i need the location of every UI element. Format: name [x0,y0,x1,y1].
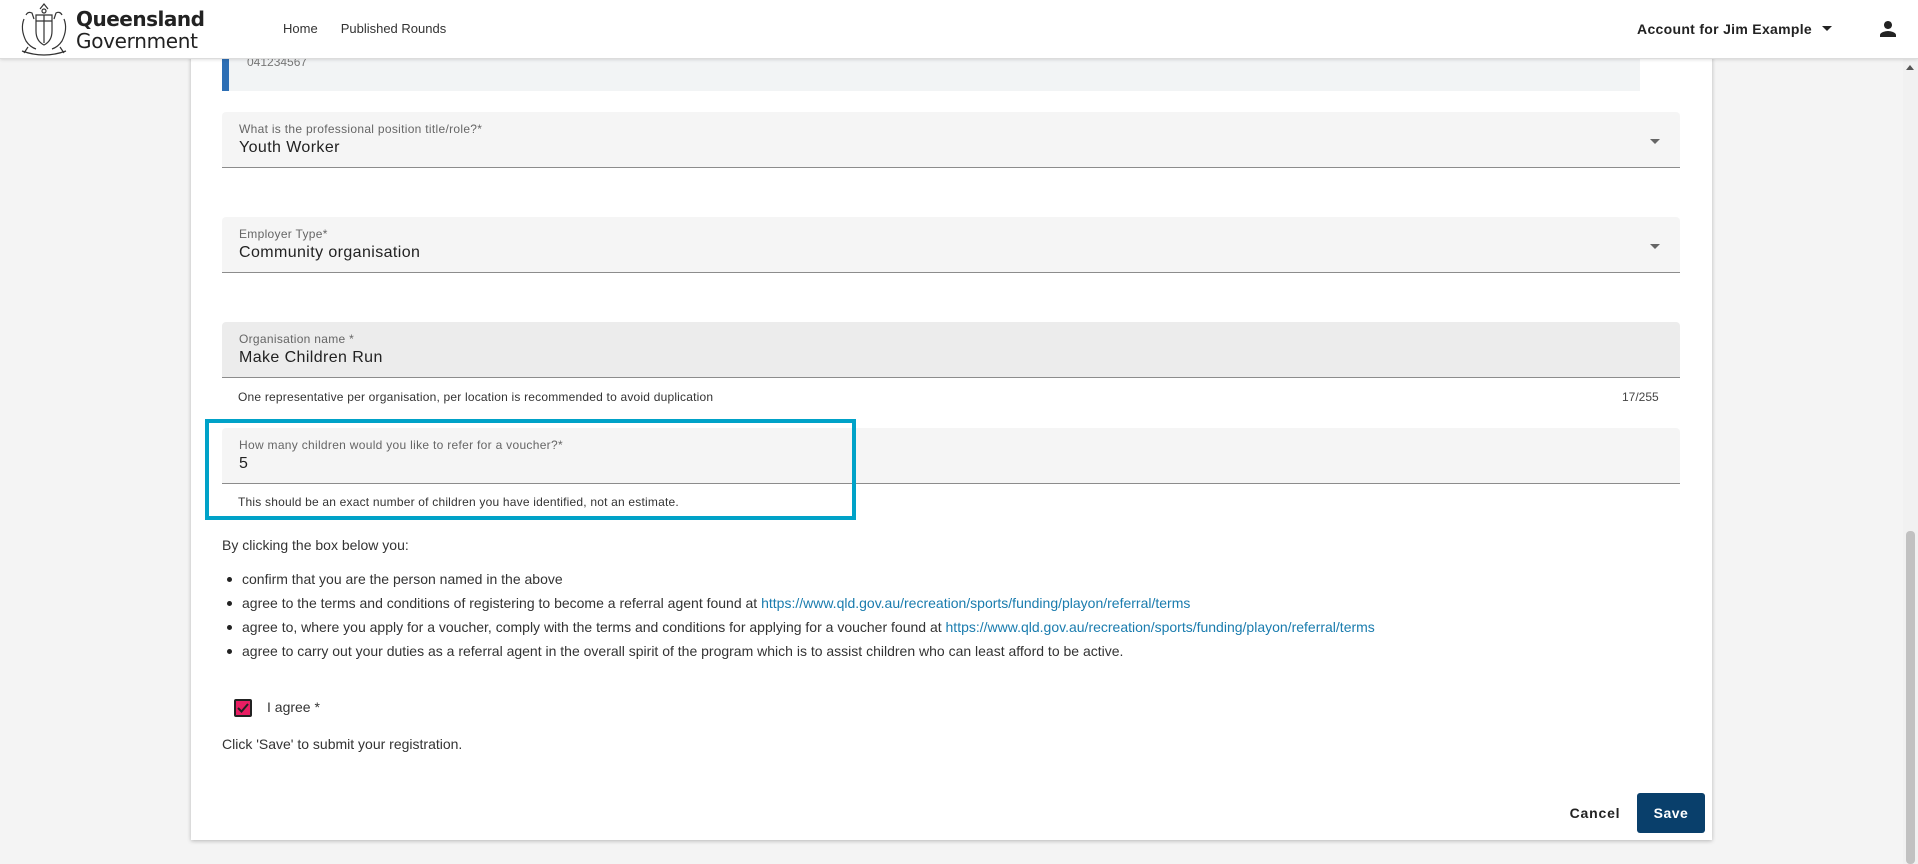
terms-link[interactable]: https://www.qld.gov.au/recreation/sports… [761,595,1190,611]
account-menu[interactable]: Account for Jim Example [1637,0,1832,57]
organisation-name-counter: 17/255 [1622,390,1659,404]
nav-published-rounds-link[interactable]: Published Rounds [341,21,447,36]
employer-type-label: Employer Type* [239,227,328,241]
organisation-name-hint: One representative per organisation, per… [238,390,714,404]
consent-item: agree to the terms and conditions of reg… [222,593,1375,617]
organisation-name-field[interactable]: Organisation name * Make Children Run [222,322,1680,378]
employer-type-select[interactable]: Employer Type* Community organisation [222,217,1680,273]
consent-intro: By clicking the box below you: [222,537,409,553]
organisation-name-value[interactable]: Make Children Run [239,349,383,367]
scroll-thumb[interactable] [1906,531,1915,864]
position-title-select[interactable]: What is the professional position title/… [222,112,1680,168]
coat-of-arms-icon [21,2,67,56]
dropdown-arrow-icon[interactable] [1650,139,1660,144]
focus-highlight-box [205,419,856,520]
checkmark-icon [237,703,249,713]
qld-government-logo[interactable]: Queensland Government [16,0,205,59]
agree-checkbox[interactable] [234,699,252,717]
person-icon[interactable] [1876,17,1900,41]
page-scrollbar[interactable] [1903,59,1918,864]
consent-item: agree to, where you apply for a voucher,… [222,617,1375,641]
terms-link[interactable]: https://www.qld.gov.au/recreation/sports… [946,619,1375,635]
chevron-down-icon [1822,26,1832,31]
consent-item: agree to carry out your duties as a refe… [222,641,1375,665]
position-title-value: Youth Worker [239,139,340,156]
consent-list: confirm that you are the person named in… [222,569,1375,665]
logo-title: Queensland [76,6,205,31]
save-button[interactable]: Save [1637,793,1705,833]
dropdown-arrow-icon[interactable] [1650,244,1660,249]
scroll-up-arrow-icon[interactable] [1906,65,1914,70]
account-label: Account for Jim Example [1637,20,1812,37]
save-instruction: Click 'Save' to submit your registration… [222,736,463,752]
organisation-name-label: Organisation name * [239,332,355,346]
top-bar: Queensland Government Home Published Rou… [0,0,1918,59]
consent-item: confirm that you are the person named in… [222,569,1375,593]
position-title-label: What is the professional position title/… [239,122,483,136]
main-nav: Home Published Rounds [283,0,469,57]
nav-home-link[interactable]: Home [283,21,318,36]
cancel-button[interactable]: Cancel [1560,795,1630,831]
employer-type-value: Community organisation [239,244,421,261]
agree-label[interactable]: I agree * [267,699,320,715]
logo-subtitle: Government [76,28,198,53]
